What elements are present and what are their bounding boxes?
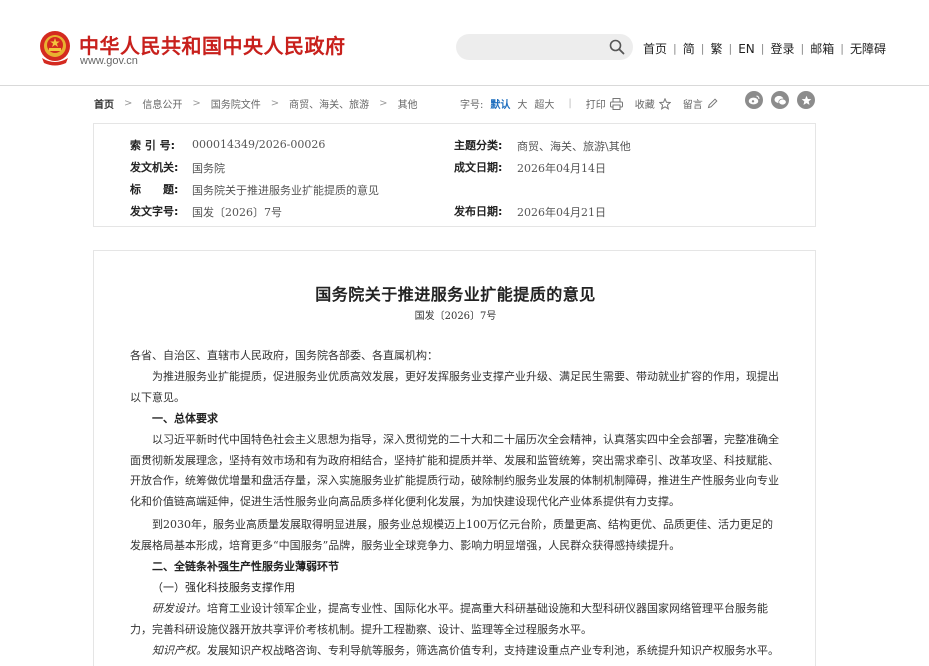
document-info-table: 索 引 号: 000014349/2026-00026 主题分类: 商贸、海关、… bbox=[93, 123, 816, 227]
printer-icon bbox=[609, 97, 623, 110]
search-input[interactable] bbox=[470, 38, 600, 56]
weibo-icon[interactable] bbox=[745, 91, 763, 109]
date-written-label: 成文日期: bbox=[454, 161, 503, 174]
article-paragraph-2: 到2030年，服务业高质量发展取得明显进展，服务业总规模迈上100万亿元台阶，质… bbox=[130, 518, 773, 552]
subsection-heading-1: （一）强化科技服务支撑作用 bbox=[152, 581, 295, 594]
breadcrumb-separator: > bbox=[379, 98, 388, 109]
link-traditional[interactable]: 繁 bbox=[710, 40, 722, 57]
breadcrumb-row: 首页 > 信息公开 > 国务院文件 > 商贸、海关、旅游 > 其他 字号: 默认… bbox=[94, 91, 816, 112]
font-size-xlarge[interactable]: 超大 bbox=[534, 96, 554, 111]
link-login[interactable]: 登录 bbox=[770, 40, 794, 57]
breadcrumb-other[interactable]: 其他 bbox=[398, 96, 418, 111]
published-label: 发布日期: bbox=[454, 205, 503, 218]
keyword-ip: 知识产权。 bbox=[152, 644, 207, 657]
link-separator: | bbox=[800, 42, 805, 55]
date-written-value: 2026年04月14日 bbox=[517, 162, 606, 175]
issuer-value: 国务院 bbox=[192, 162, 225, 175]
link-separator: | bbox=[760, 42, 765, 55]
paragraph-3-text: 培育工业设计领军企业，提高专业性、国际化水平。提高重大科研基础设施和大型科研仪器… bbox=[130, 602, 768, 636]
print-button[interactable]: 打印 bbox=[586, 96, 623, 111]
doc-number-label: 发文字号: bbox=[130, 205, 179, 218]
tool-divider: | bbox=[568, 98, 572, 109]
section-heading-1: 一、总体要求 bbox=[152, 412, 218, 425]
published-value: 2026年04月21日 bbox=[517, 206, 606, 219]
article-doc-number: 国发〔2026〕7号 bbox=[414, 311, 497, 322]
font-size-large[interactable]: 大 bbox=[517, 96, 527, 111]
index-value: 000014349/2026-00026 bbox=[192, 138, 326, 151]
article-salutation: 各省、自治区、直辖市人民政府，国务院各部委、各直属机构： bbox=[130, 349, 438, 362]
link-separator: | bbox=[673, 42, 677, 55]
link-separator: | bbox=[700, 42, 705, 55]
article-tools: 字号: 默认 大 超大 | 打印 收藏 留言 bbox=[460, 96, 730, 111]
breadcrumb: 首页 > 信息公开 > 国务院文件 > 商贸、海关、旅游 > 其他 bbox=[94, 96, 418, 111]
section-heading-2: 二、全链条补强生产性服务业薄弱环节 bbox=[152, 560, 339, 573]
breadcrumb-info-public[interactable]: 信息公开 bbox=[142, 96, 182, 111]
breadcrumb-separator: > bbox=[124, 98, 133, 109]
star-icon bbox=[658, 97, 671, 110]
title-value: 国务院关于推进服务业扩能提质的意见 bbox=[192, 184, 379, 197]
article-panel: 国务院关于推进服务业扩能提质的意见 国发〔2026〕7号 各省、自治区、直辖市人… bbox=[93, 250, 816, 666]
article-paragraph-4: 知识产权。发展知识产权战略咨询、专利导航等服务，筛选高价值专利，支持建设重点产业… bbox=[130, 641, 780, 662]
breadcrumb-separator: > bbox=[270, 98, 280, 109]
favorite-label: 收藏 bbox=[634, 100, 655, 111]
breadcrumb-state-council-docs[interactable]: 国务院文件 bbox=[211, 96, 261, 111]
search-icon[interactable] bbox=[609, 39, 625, 55]
breadcrumb-separator: > bbox=[192, 98, 201, 109]
category-label: 主题分类: bbox=[454, 139, 503, 152]
favorite-button[interactable]: 收藏 bbox=[635, 96, 671, 111]
comment-button[interactable]: 留言 bbox=[683, 96, 718, 111]
star-circle-icon[interactable] bbox=[797, 91, 815, 109]
breadcrumb-trade-customs-tourism[interactable]: 商贸、海关、旅游 bbox=[289, 96, 369, 111]
article-paragraph-3: 研发设计。培育工业设计领军企业，提高专业性、国际化水平。提高重大科研基础设施和大… bbox=[130, 599, 780, 640]
top-links: 首页 | 简 | 繁 | EN | 登录 | 邮箱 | 无障碍 bbox=[643, 40, 886, 57]
comment-label: 留言 bbox=[682, 100, 703, 111]
link-separator: | bbox=[840, 42, 844, 55]
link-accessibility[interactable]: 无障碍 bbox=[850, 40, 886, 57]
article-paragraph-1: 以习近平新时代中国特色社会主义思想为指导，深入贯彻党的二十大和二十届历次全会精神… bbox=[130, 433, 779, 508]
print-label: 打印 bbox=[585, 100, 606, 111]
search-box bbox=[456, 34, 633, 60]
keyword-rd-design: 研发设计。 bbox=[152, 602, 207, 615]
article-intro: 为推进服务业扩能提质，促进服务业优质高效发展，更好发挥服务业支撑产业升级、满足民… bbox=[130, 370, 779, 404]
font-size-label: 字号: bbox=[460, 100, 484, 111]
title-label: 标 题: bbox=[130, 183, 179, 196]
wechat-icon[interactable] bbox=[771, 91, 789, 109]
index-label: 索 引 号: bbox=[130, 139, 176, 152]
link-english[interactable]: EN bbox=[738, 42, 755, 56]
category-value: 商贸、海关、旅游\其他 bbox=[517, 140, 631, 153]
issuer-label: 发文机关: bbox=[130, 161, 179, 174]
doc-number-value: 国发〔2026〕7号 bbox=[192, 206, 282, 219]
breadcrumb-home[interactable]: 首页 bbox=[94, 96, 114, 111]
pencil-icon bbox=[707, 98, 718, 109]
link-separator: | bbox=[728, 42, 733, 55]
national-emblem-icon[interactable] bbox=[38, 30, 72, 66]
font-size-default[interactable]: 默认 bbox=[490, 96, 510, 111]
article-title: 国务院关于推进服务业扩能提质的意见 bbox=[315, 285, 596, 304]
site-header: 中华人民共和国中央人民政府 www.gov.cn 首页 | 简 | 繁 | EN… bbox=[0, 0, 929, 86]
link-home[interactable]: 首页 bbox=[643, 40, 667, 57]
link-mail[interactable]: 邮箱 bbox=[810, 40, 834, 57]
link-simplified[interactable]: 简 bbox=[683, 40, 695, 57]
site-url[interactable]: www.gov.cn bbox=[80, 55, 138, 67]
paragraph-4-text: 发展知识产权战略咨询、专利导航等服务，筛选高价值专利，支持建设重点产业专利池，系… bbox=[207, 644, 779, 657]
